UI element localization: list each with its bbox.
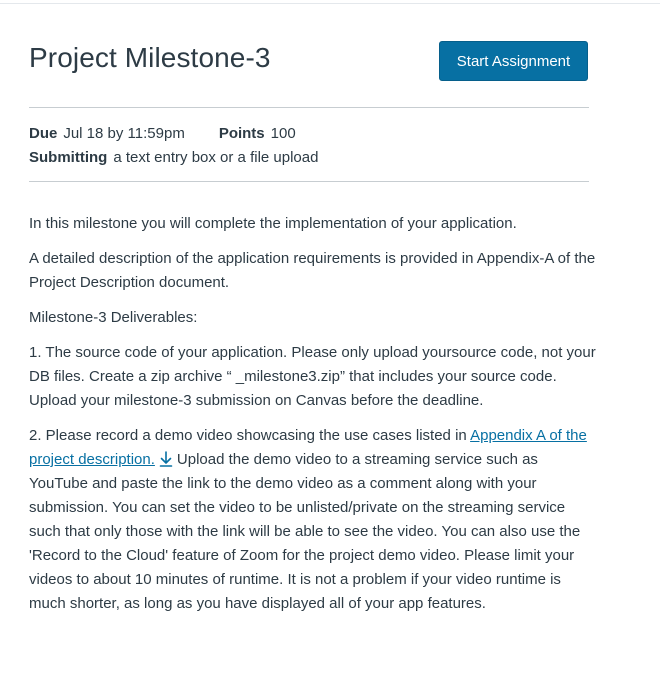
assignment-details: Due Jul 18 by 11:59pm Points 100 Submitting…: [29, 122, 589, 170]
assignment-description: In this milestone you will complete the …: [29, 212, 597, 627]
deliverable-2-suffix: Upload the demo video to a streaming ser…: [29, 451, 581, 612]
due-label: Due: [29, 125, 58, 142]
top-divider: [0, 3, 660, 4]
deliverable-1: 1. The source code of your application. …: [29, 344, 596, 409]
details-bottom-divider: [29, 181, 589, 182]
details-row-due-points: Due Jul 18 by 11:59pm Points 100: [29, 122, 589, 146]
details-row-submitting: Submitting a text entry box or a file upl…: [29, 146, 589, 170]
details-top-divider: [29, 107, 589, 108]
points-label: Points: [218, 125, 265, 142]
deliverables-heading: Milestone-3 Deliverables:: [29, 309, 198, 326]
points-value: 100: [270, 125, 296, 142]
start-assignment-button[interactable]: Start Assignment: [439, 41, 588, 81]
points-group: Points 100: [219, 125, 296, 142]
submitting-value: a text entry box or a file upload: [113, 149, 319, 166]
page-title: Project Milestone-3: [29, 42, 271, 73]
submitting-label: Submitting: [29, 149, 108, 166]
description-intro: In this milestone you will complete the …: [29, 215, 517, 232]
deliverable-2-prefix: 2. Please record a demo video showcasing…: [29, 427, 471, 444]
due-value: Jul 18 by 11:59pm: [63, 125, 185, 142]
download-icon[interactable]: [159, 451, 173, 467]
description-requirements: A detailed description of the applicatio…: [29, 250, 596, 291]
deliverable-2: 2. Please record a demo video showcasing…: [29, 424, 597, 616]
assignment-header: Project Milestone-3 Start Assignment: [29, 40, 589, 84]
